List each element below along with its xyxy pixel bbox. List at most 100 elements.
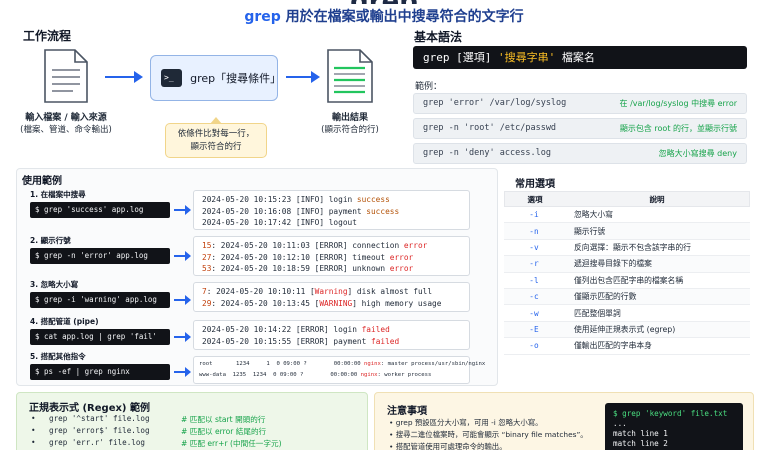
syntax-post: 檔案名 [555,51,595,64]
output-text: 2024-05-20 10:17:42 [INFO] logout [202,218,357,227]
terminal-line: match line 1 [613,429,668,438]
usage-arrow [174,367,191,377]
output-line-number: 29 [202,298,212,308]
syntax-pre: grep [選項] [423,51,498,64]
output-line: 29: 2024-05-20 10:13:45 [WARNING] high m… [202,298,461,310]
regex-title: 正規表示式 (Regex) 範例 [29,403,150,414]
terminal-example: $ grep 'keyword' file.txt... match line 1… [605,403,743,450]
workflow-title: 工作流程 [23,29,72,43]
note-line-1: 依條件比對每一行， [177,129,255,139]
usage-output: root 1234 1 0 09:00 ? 00:00:00 nginx: ma… [193,356,485,384]
example-row: grep 'error' /var/log/syslog 在 /var/log/… [413,93,747,114]
output-text: : 2024-05-20 10:10:11 [ [206,287,315,296]
grep-process-box: >_ grep「搜尋條件」 [150,55,282,101]
table-row: -v 反向選擇：顯示不包含該字串的行 [504,240,750,257]
output-line: 2024-05-20 10:16:08 [INFO] payment succe… [202,206,461,218]
bullet-icon: • [31,438,36,447]
example-desc: 在 /var/log/syslog 中搜尋 error [619,99,737,108]
output-line-number: 15 [202,241,212,250]
example-row: grep -n 'root' /etc/passwd 顯示包含 root 的行，… [413,118,747,139]
usage-item-title: 2. 顯示行號 [30,236,71,245]
output-line-number: 27 [202,252,212,262]
terminal-line: match line 2 [613,439,668,448]
output-sublabel: (顯示符合的行) [321,125,379,135]
option-flag: -v [529,242,539,252]
usage-command: $ grep -i 'warning' app.log [30,292,170,308]
output-match: nginx [360,372,378,378]
flow-arrow-2 [286,71,320,83]
page-subtitle: grep 用於在檔案或輸出中搜尋符合的文字行 [0,6,768,26]
input-sublabel: (檔案、管道、命令輸出) [20,125,112,135]
output-line: 53: 2024-05-20 10:18:59 [ERROR] unknown … [202,263,461,275]
table-row: -l 僅列出包含匹配字串的檔案名稱 [504,273,750,289]
output-label: 輸出結果 [331,113,368,123]
usage-output: 7: 2024-05-20 10:10:11 [Warning] disk al… [193,282,470,312]
example-cmd: grep -n 'deny' access.log [423,148,551,158]
options-body: -i 忽略大小寫 -n 顯示行號 -v 反向選擇：顯示不包含該字串的行 -r 遞迴搜尋目… [504,207,750,355]
grep-box-label: grep「搜尋條件」 [190,72,282,85]
page-title: grep [0,0,768,4]
table-row: -c 僅顯示匹配的行數 [504,288,750,306]
regex-cmd: grep 'err.r' file.log [49,438,146,447]
output-line-number: 53 [202,264,212,273]
input-label: 輸入檔案 / 輸入來源 [25,113,107,123]
usage-command: $ ps -ef | grep nginx [30,364,170,380]
table-row: -o 僅輸出匹配的字串本身 [504,338,750,355]
example-desc: 顯示包含 root 的行，並顯示行號 [619,124,737,133]
usage-output: 15: 2024-05-20 10:11:03 [ERROR] connecti… [193,236,470,276]
usage-command: $ grep 'success' app.log [30,202,170,218]
input-file-icon [44,49,88,103]
table-row: -r 遞迴搜尋目錄下的檔案 [504,256,750,273]
terminal-line: ... [613,419,627,428]
table-row: -i 忽略大小寫 [504,207,750,224]
note-item: • grep 預設區分大小寫，可用 -i 忽略大小寫。 [389,418,543,427]
syntax-pattern: '搜尋字串' [497,51,556,64]
option-flag: -r [529,259,539,269]
regex-desc: # 匹配以 start 開頭的行 [181,415,266,424]
examples-label: 範例： [415,82,443,92]
grep-note-bubble: 依條件比對每一行， 顯示符合的行 [165,117,267,158]
usage-title: 使用範例 [22,176,62,187]
output-match: success [366,206,400,216]
usage-item-title: 3. 忽略大小寫 [30,280,79,289]
regex-row: • grep 'error$' file.log # 匹配以 error 結尾的行 [31,426,266,436]
output-text: : 2024-05-20 10:11:03 [ERROR] connection [211,241,404,250]
output-line: root 1234 1 0 09:00 ? 00:00:00 nginx: ma… [199,359,485,370]
option-desc: 使用延伸正規表示式 (egrep) [574,324,676,334]
option-flag: -n [529,226,539,236]
output-match: error [389,264,414,273]
output-line: 2024-05-20 10:17:42 [INFO] logout [202,217,461,229]
output-line: 2024-05-20 10:15:23 [INFO] login success [202,194,461,206]
option-flag: -o [529,341,539,351]
option-flag: -w [529,308,539,318]
output-text: www-data 1235 1234 0 09:00 ? 00:00:00 [199,372,361,378]
table-row: -E 使用延伸正規表示式 (egrep) [504,321,750,339]
regex-desc: # 匹配 err+r (中間任一字元) [181,439,282,448]
output-line: 2024-05-20 10:15:55 [ERROR] payment fail… [202,336,461,348]
note-text: 搭配管道使用可處理命令的輸出。 [395,442,507,450]
option-desc: 匹配整個單詞 [574,308,621,318]
notes-panel: 注意事項 • grep 預設區分大小寫，可用 -i 忽略大小寫。 • 搜尋二進位… [374,392,754,450]
regex-desc: # 匹配以 error 結尾的行 [181,427,267,436]
regex-row: • grep '^start' file.log # 匹配以 start 開頭的行 [31,414,265,424]
output-text: 2024-05-20 10:14:22 [ERROR] login [202,325,362,334]
output-text: : master process/usr/sbin/nginx [380,361,486,367]
option-desc: 遞迴搜尋目錄下的檔案 [574,259,652,269]
output-text: : worker process [377,372,432,378]
bullet-icon: • [31,426,36,435]
notes-title: 注意事項 [387,406,427,417]
example-cmd: grep -n 'root' /etc/passwd [423,123,557,133]
bullet-icon: • [31,414,36,423]
output-match: error [403,241,428,250]
options-table: 選項 說明 -i 忽略大小寫 -n 顯示行號 -v 反向選擇：顯示不包含該字串的行 -… [504,191,750,377]
table-row: -w 匹配整個單詞 [504,305,750,322]
output-match: failed [361,325,390,334]
usage-command: $ cat app.log | grep 'fail' [30,329,170,345]
example-row: grep -n 'deny' access.log 忽略大小寫搜尋 deny [413,143,747,164]
output-text: 2024-05-20 10:15:55 [ERROR] payment [202,336,371,346]
usage-item-title: 4. 搭配管道 (pipe) [30,317,99,326]
output-match: WARNING [319,298,353,308]
example-cmd: grep 'error' /var/log/syslog [423,98,567,108]
output-text: 2024-05-20 10:15:23 [INFO] login [202,195,357,204]
terminal-prompt: $ grep 'keyword' file.txt [613,409,728,418]
